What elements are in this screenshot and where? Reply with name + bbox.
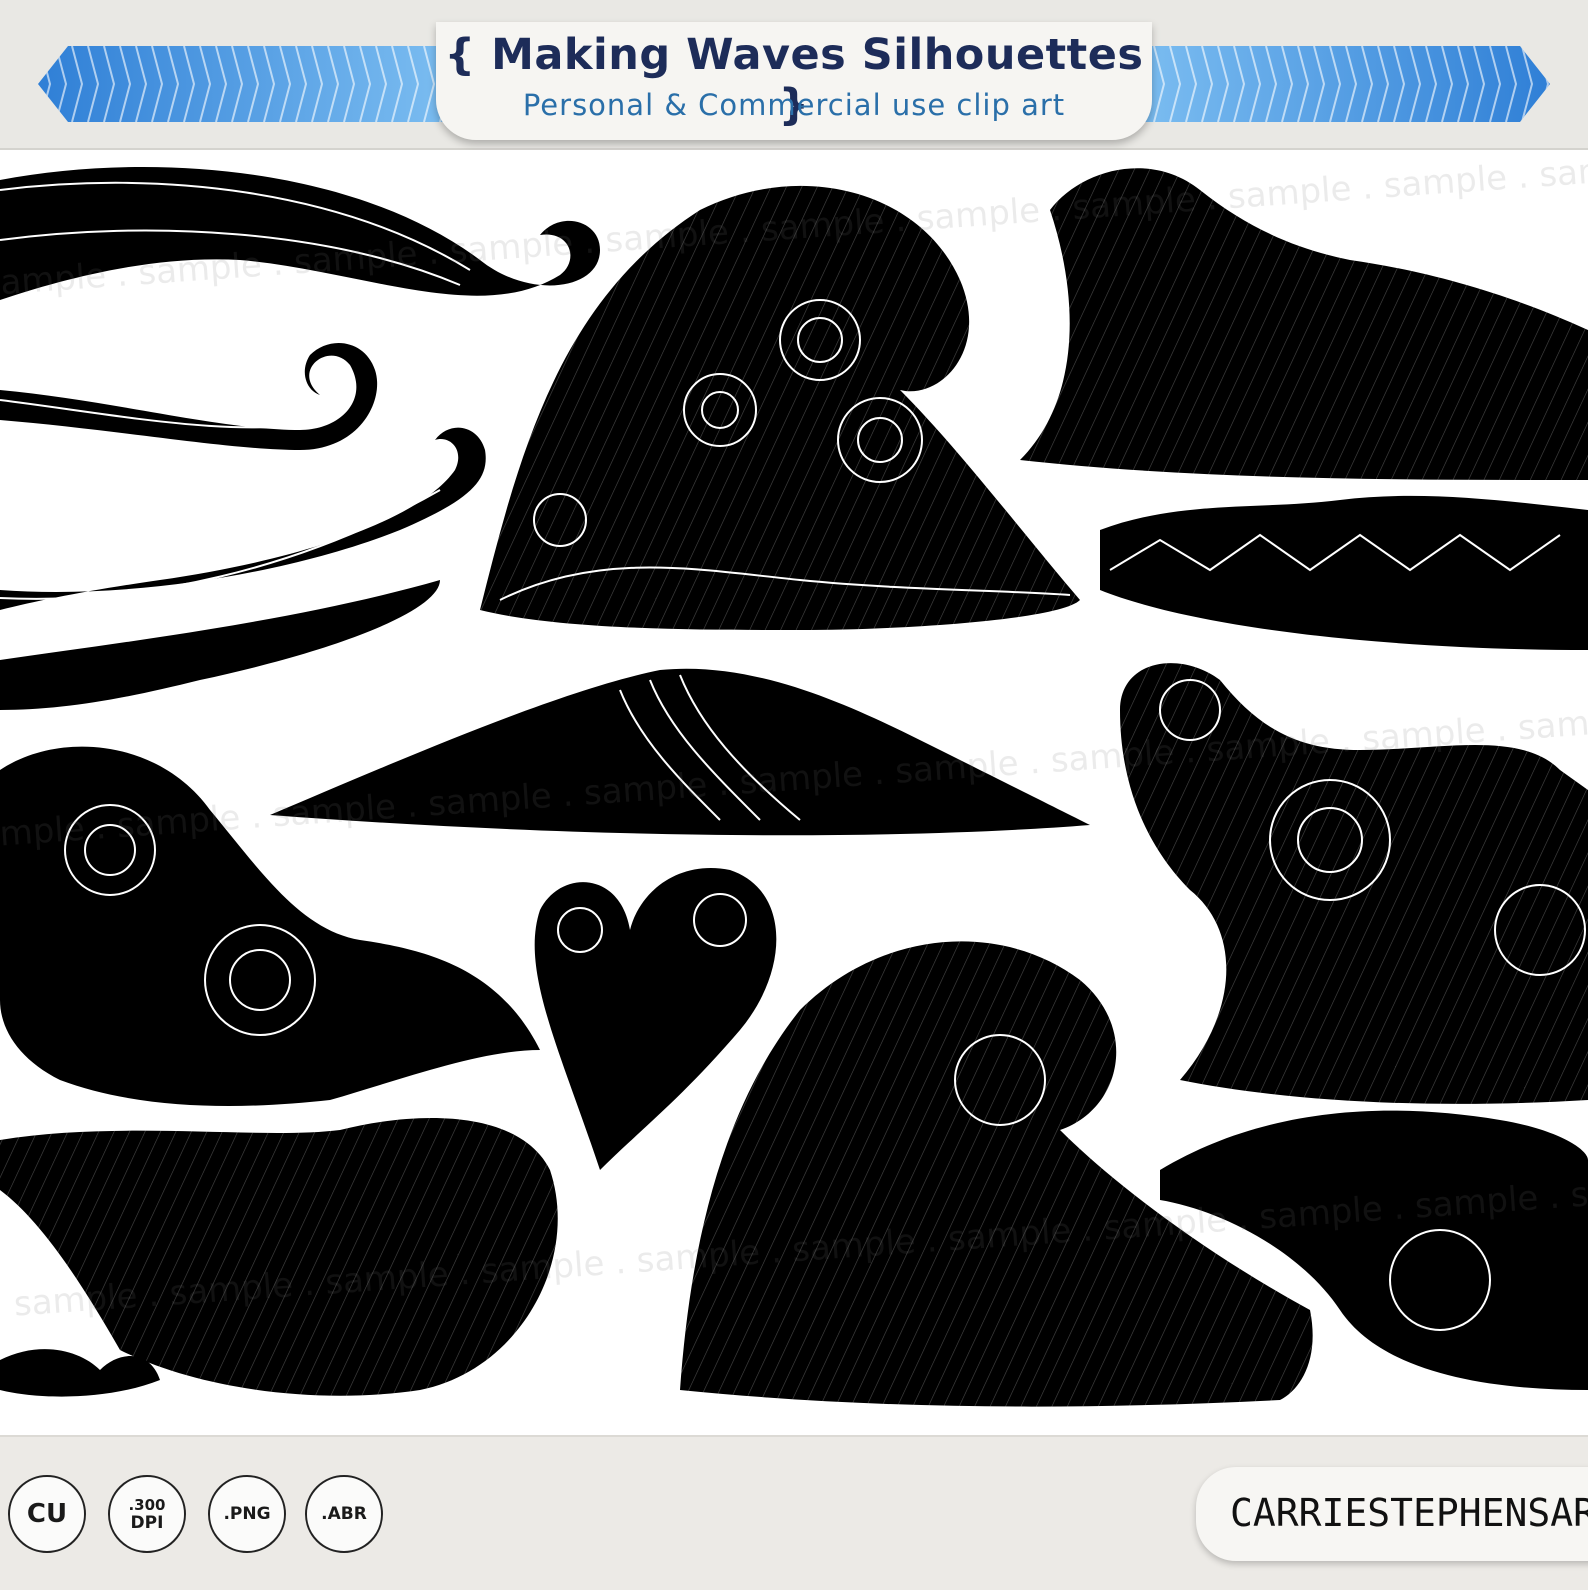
wave-crash-top-right: [1020, 168, 1588, 650]
badge-png: .PNG: [208, 1475, 286, 1553]
badge-label: .300: [128, 1495, 166, 1514]
page-subtitle: Personal & Commercial use clip art: [522, 88, 1066, 122]
badge-label: .ABR: [321, 1504, 367, 1524]
badge-dpi: .300 DPI: [108, 1475, 186, 1553]
brand-tag: CARRIESTEPHENSART: [1196, 1467, 1588, 1561]
wave-artwork-panel: sample . sample . sample . sample . samp…: [0, 150, 1588, 1435]
brand-name: CARRIESTEPHENSART: [1230, 1491, 1588, 1535]
badge-label: CU: [26, 1499, 68, 1529]
footer: CU .300 DPI .PNG .ABR CARRIESTEPHENSART: [0, 1435, 1588, 1590]
left-chevron-ribbon: [38, 46, 468, 122]
right-chevron-ribbon: [1120, 46, 1550, 122]
title-tag: { Making Waves Silhouettes } Personal & …: [436, 22, 1152, 140]
badge-abr: .ABR: [305, 1475, 383, 1553]
wave-silhouettes-illustration: sample . sample . sample . sample . samp…: [0, 150, 1588, 1407]
badge-cu: CU: [8, 1475, 86, 1553]
header: { Making Waves Silhouettes } Personal & …: [0, 0, 1588, 151]
badge-label: .PNG: [223, 1504, 271, 1524]
badge-sublabel: DPI: [130, 1512, 164, 1533]
